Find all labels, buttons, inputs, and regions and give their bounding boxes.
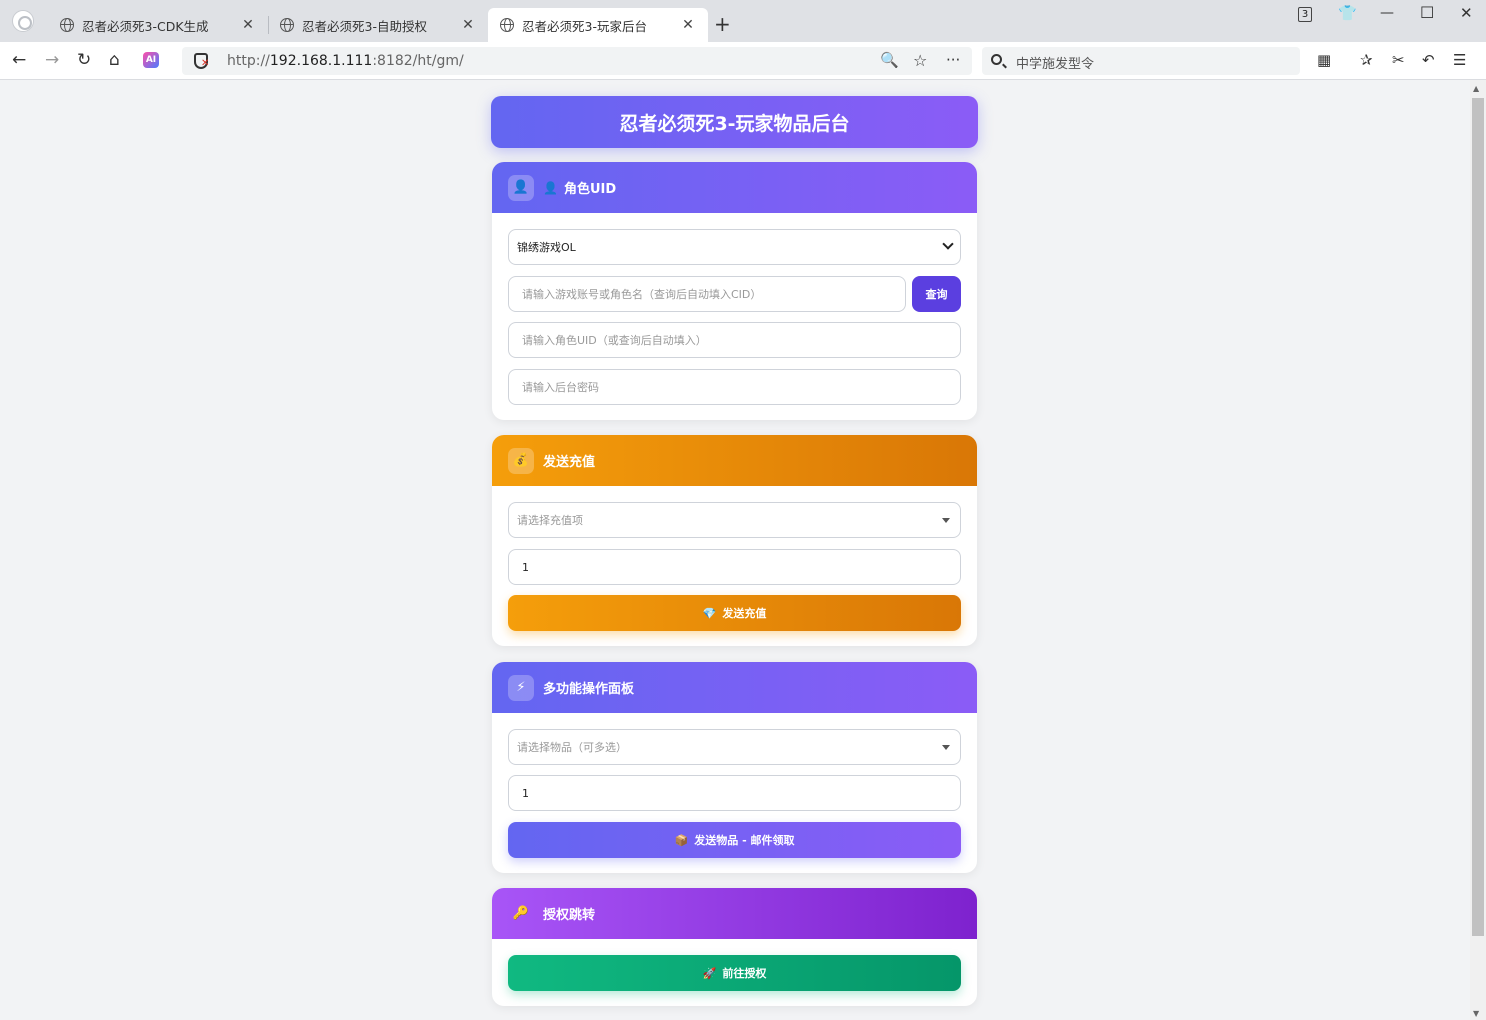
- minimize-icon[interactable]: —: [1380, 5, 1394, 21]
- browser-logo-icon[interactable]: [12, 10, 34, 32]
- send-recharge-button[interactable]: 💎 发送充值: [508, 595, 961, 631]
- multi-function-card: ⚡ 多功能操作面板 请选择物品（可多选） 1 📦 发送物品 - 邮件领取: [492, 662, 977, 873]
- user-icon: 👤: [543, 180, 558, 195]
- item-select-placeholder: 请选择物品（可多选）: [517, 741, 627, 754]
- diamond-icon: 💎: [702, 606, 717, 620]
- go-authorize-button[interactable]: 🚀 前往授权: [508, 955, 961, 991]
- url-text[interactable]: http://192.168.1.111:8182/ht/gm/: [227, 53, 464, 69]
- package-icon: 📦: [674, 833, 689, 847]
- caret-down-icon: [942, 745, 950, 750]
- favorites-icon[interactable]: ✰: [1360, 51, 1373, 69]
- forward-arrow-icon[interactable]: →: [45, 50, 59, 70]
- caret-down-icon: [942, 518, 950, 523]
- key-icon: 🔑: [512, 906, 530, 921]
- card-header: 👤 👤 角色UID: [492, 162, 977, 213]
- ai-assistant-icon[interactable]: AI: [143, 52, 159, 68]
- scissors-icon[interactable]: ✂: [1392, 51, 1405, 69]
- scroll-up-icon[interactable]: ▲: [1473, 84, 1479, 93]
- recharge-card: 💰 发送充值 请选择充值项 1 💎 发送充值: [492, 435, 977, 646]
- recharge-select[interactable]: 请选择充值项: [508, 502, 961, 538]
- menu-icon[interactable]: ☰: [1453, 51, 1466, 69]
- window-close-icon[interactable]: ✕: [1460, 4, 1473, 22]
- search-text[interactable]: 中学施发型令: [1016, 53, 1094, 72]
- button-label: 前往授权: [722, 967, 767, 980]
- navigation-bar: ← → ↻ ⌂ AI http://192.168.1.111:8182/ht/…: [0, 42, 1486, 80]
- tab-bar: 忍者必须死3-CDK生成 ✕ 忍者必须死3-自助授权 ✕ 忍者必须死3-玩家后台…: [0, 0, 1486, 42]
- auth-redirect-card: 🔑 授权跳转 🚀 前往授权: [492, 888, 977, 1006]
- page-title: 忍者必须死3-玩家物品后台: [491, 96, 978, 148]
- chevron-down-icon: [942, 238, 954, 250]
- rocket-icon: 🚀: [702, 966, 717, 980]
- globe-icon: [500, 18, 514, 32]
- item-quantity-input[interactable]: 1: [508, 775, 961, 811]
- recharge-select-placeholder: 请选择充值项: [517, 514, 583, 527]
- tab-title: 忍者必须死3-自助授权: [302, 18, 427, 34]
- new-tab-button[interactable]: +: [714, 14, 731, 34]
- tab-count-badge[interactable]: 3: [1298, 7, 1312, 22]
- shield-warning-icon[interactable]: [194, 53, 209, 69]
- zoom-icon[interactable]: 🔍: [880, 51, 899, 69]
- query-button[interactable]: 查询: [912, 276, 961, 312]
- bookmark-star-icon[interactable]: ☆: [913, 51, 927, 70]
- button-label: 发送充值: [722, 607, 767, 620]
- card-title: 授权跳转: [543, 908, 596, 923]
- card-header: ⚡ 多功能操作面板: [492, 662, 977, 713]
- card-title: 角色UID: [563, 182, 617, 197]
- reload-icon[interactable]: ↻: [77, 50, 91, 70]
- shirt-icon[interactable]: 👕: [1338, 4, 1357, 22]
- globe-icon: [280, 18, 294, 32]
- card-header: 💰 发送充值: [492, 435, 977, 486]
- close-icon[interactable]: ✕: [460, 17, 476, 33]
- tab-title: 忍者必须死3-CDK生成: [82, 18, 209, 34]
- server-select[interactable]: 锦绣游戏OL: [508, 229, 961, 265]
- page-content: 忍者必须死3-玩家物品后台 👤 👤 角色UID 锦绣游戏OL 请输入游戏账号或角…: [0, 80, 1470, 1020]
- card-title: 发送充值: [543, 455, 596, 470]
- search-icon: [991, 54, 1002, 65]
- server-select-value: 锦绣游戏OL: [517, 241, 576, 254]
- apps-grid-icon[interactable]: ▦: [1317, 51, 1331, 69]
- search-box[interactable]: 中学施发型令: [982, 47, 1300, 75]
- send-items-button[interactable]: 📦 发送物品 - 邮件领取: [508, 822, 961, 858]
- home-icon[interactable]: ⌂: [109, 50, 120, 70]
- password-input[interactable]: 请输入后台密码: [508, 369, 961, 405]
- role-uid-card: 👤 👤 角色UID 锦绣游戏OL 请输入游戏账号或角色名（查询后自动填入CID）…: [492, 162, 977, 420]
- tab-player-backend[interactable]: 忍者必须死3-玩家后台 ✕: [488, 8, 708, 42]
- address-bar[interactable]: http://192.168.1.111:8182/ht/gm/ 🔍 ☆ ···: [182, 47, 972, 75]
- button-label: 发送物品 - 邮件领取: [694, 834, 795, 847]
- scroll-thumb[interactable]: [1472, 98, 1484, 936]
- account-input[interactable]: 请输入游戏账号或角色名（查询后自动填入CID）: [508, 276, 906, 312]
- maximize-icon[interactable]: ☐: [1420, 3, 1434, 22]
- undo-icon[interactable]: ↶: [1422, 51, 1435, 69]
- item-select[interactable]: 请选择物品（可多选）: [508, 729, 961, 765]
- tab-title: 忍者必须死3-玩家后台: [522, 18, 647, 34]
- tab-cdk[interactable]: 忍者必须死3-CDK生成 ✕: [48, 8, 268, 42]
- close-icon[interactable]: ✕: [240, 17, 256, 33]
- scroll-down-icon[interactable]: ▼: [1473, 1009, 1479, 1018]
- recharge-quantity-input[interactable]: 1: [508, 549, 961, 585]
- card-header: 🔑 授权跳转: [492, 888, 977, 939]
- lightning-icon: ⚡: [508, 674, 534, 701]
- vertical-scrollbar[interactable]: ▲ ▼: [1470, 80, 1486, 1020]
- back-arrow-icon[interactable]: ←: [12, 50, 26, 70]
- card-title: 多功能操作面板: [543, 682, 635, 697]
- more-options-icon[interactable]: ···: [946, 51, 960, 69]
- globe-icon: [60, 18, 74, 32]
- close-icon[interactable]: ✕: [680, 17, 696, 33]
- money-bag-icon: 💰: [508, 447, 534, 474]
- uid-input[interactable]: 请输入角色UID（或查询后自动填入）: [508, 322, 961, 358]
- tab-self-auth[interactable]: 忍者必须死3-自助授权 ✕: [268, 8, 488, 42]
- user-icon: 👤: [508, 174, 534, 201]
